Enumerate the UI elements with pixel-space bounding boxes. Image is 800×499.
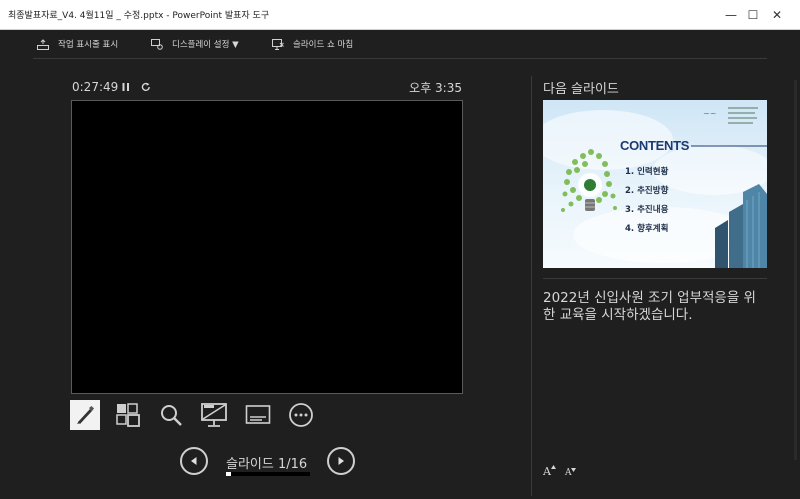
speaker-notes[interactable]: 2022년 신입사원 조기 업부적응을 위한 교육을 시작하겠습니다. xyxy=(543,290,768,324)
previous-slide-button[interactable] xyxy=(180,447,208,475)
end-slideshow-label: 슬라이드 쇼 마침 xyxy=(293,40,354,50)
thumb-toc-item: 3. 추진내용 xyxy=(625,205,669,215)
black-screen-button[interactable] xyxy=(199,400,229,430)
next-slide-thumbnail[interactable]: ~~ CONTENTS 1. 인력현황 2. 추진방향 3. 추진내용 4. 향… xyxy=(543,100,767,268)
thumb-toc-item: 2. 추진방향 xyxy=(625,186,669,196)
pen-tool-button[interactable] xyxy=(70,400,100,430)
next-slide-button[interactable] xyxy=(327,447,355,475)
subtitles-button[interactable] xyxy=(243,400,273,430)
triangle-down-icon xyxy=(571,468,577,472)
slide-progress-fill xyxy=(226,472,232,476)
thumb-toc-item: 4. 향후계획 xyxy=(625,224,669,234)
increase-font-label: A xyxy=(543,465,551,478)
pause-icon[interactable] xyxy=(121,82,131,92)
display-settings-icon xyxy=(151,38,163,50)
presenter-toolbar: 작업 표시줄 표시 디스플레이 설정 ▼ 슬라이드 쇼 마침 xyxy=(0,30,800,60)
notes-scrollbar[interactable] xyxy=(794,80,797,460)
display-settings-button[interactable]: 디스플레이 설정 ▼ xyxy=(151,38,239,50)
display-settings-label: 디스플레이 설정 ▼ xyxy=(172,40,239,50)
thumb-toc-item: 1. 인력현황 xyxy=(625,167,669,177)
zoom-button[interactable] xyxy=(156,400,186,430)
see-all-slides-button[interactable] xyxy=(113,400,143,430)
black-screen-icon xyxy=(201,403,227,427)
toolbar-divider xyxy=(33,58,767,59)
decrease-font-button[interactable]: A xyxy=(565,468,577,478)
taskbar-icon xyxy=(37,38,49,50)
window-title: 최종발표자료_V4. 4월11일 _ 수정.pptx - PowerPoint … xyxy=(8,11,270,21)
slide-counter[interactable]: 슬라이드 1/16 xyxy=(226,453,307,472)
title-bar: 최종발표자료_V4. 4월11일 _ 수정.pptx - PowerPoint … xyxy=(0,0,800,30)
thumb-toc: 1. 인력현황 2. 추진방향 3. 추진내용 4. 향후계획 xyxy=(625,163,668,239)
show-taskbar-button[interactable]: 작업 표시줄 표시 xyxy=(37,38,118,50)
end-slideshow-button[interactable]: 슬라이드 쇼 마침 xyxy=(272,38,353,50)
more-options-button[interactable] xyxy=(286,400,316,430)
increase-font-button[interactable]: A xyxy=(543,465,556,478)
end-slideshow-icon xyxy=(272,38,284,50)
magnifier-icon xyxy=(161,405,182,426)
triangle-up-icon xyxy=(550,465,556,469)
next-slide-label: 다음 슬라이드 xyxy=(543,82,619,97)
show-taskbar-label: 작업 표시줄 표시 xyxy=(58,40,119,50)
current-slide[interactable] xyxy=(71,100,463,394)
elapsed-timer: 0:27:49 xyxy=(72,80,119,94)
restart-timer-icon[interactable] xyxy=(141,82,151,92)
svg-text:~~: ~~ xyxy=(703,109,716,118)
pen-icon xyxy=(77,406,94,424)
slide-progress-bar xyxy=(226,472,310,476)
triangle-left-icon xyxy=(191,457,197,465)
subtitles-icon xyxy=(245,405,271,424)
triangle-right-icon xyxy=(338,457,344,465)
notes-divider xyxy=(543,278,767,279)
current-time: 오후 3:35 xyxy=(409,81,462,95)
pane-divider[interactable] xyxy=(531,76,532,496)
slides-grid-icon xyxy=(116,403,140,427)
thumb-heading: CONTENTS xyxy=(620,138,690,153)
more-options-icon xyxy=(289,403,313,427)
font-size-controls: A A xyxy=(543,465,577,478)
close-button[interactable]: ✕ xyxy=(754,0,800,30)
close-icon: ✕ xyxy=(771,8,783,22)
